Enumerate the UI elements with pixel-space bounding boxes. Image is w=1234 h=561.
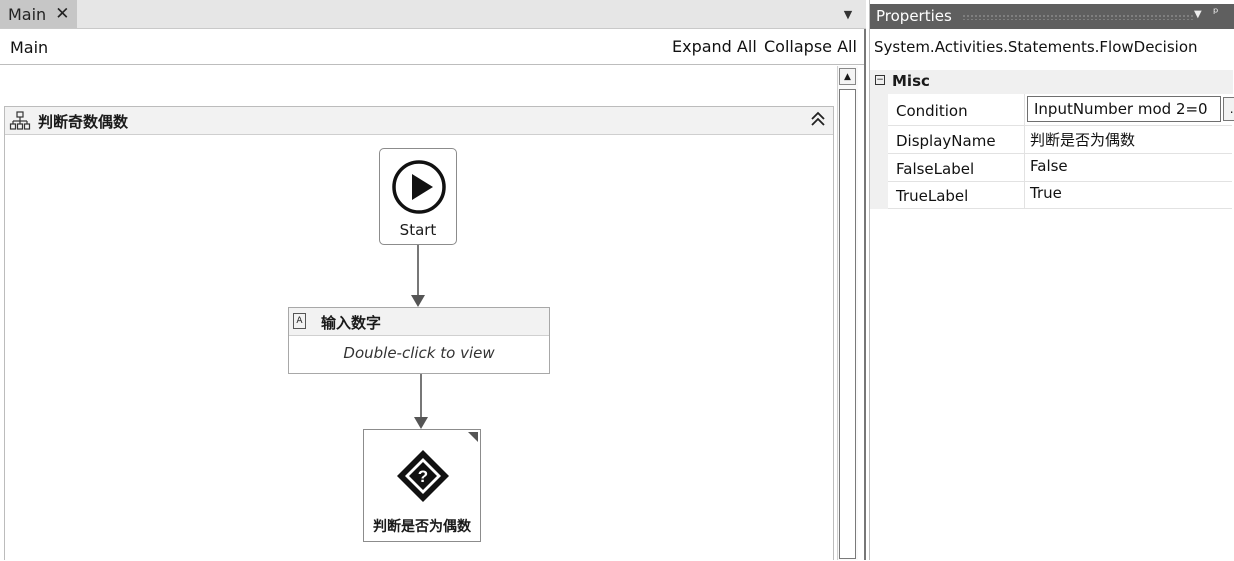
property-name: TrueLabel xyxy=(896,187,969,205)
property-value[interactable]: False xyxy=(1024,154,1232,181)
chevron-down-icon[interactable]: ▼ xyxy=(840,6,856,22)
breadcrumb[interactable]: Main xyxy=(10,38,48,57)
properties-titlebar: Properties ▼ ᵖ xyxy=(870,4,1234,29)
property-name: DisplayName xyxy=(896,132,996,150)
document-tab-bar: Main ✕ ▼ xyxy=(0,0,866,29)
property-name: FalseLabel xyxy=(896,160,975,178)
category-label: Misc xyxy=(892,72,930,90)
property-row-condition[interactable]: Condition ... xyxy=(888,94,1234,126)
flowchart-container[interactable]: 判断奇数偶数 Start A 输入数字 Double-click to view xyxy=(4,106,834,560)
assign-activity-icon: A xyxy=(293,313,306,329)
property-row-displayname[interactable]: DisplayName 判断是否为偶数 xyxy=(888,126,1232,154)
collapse-toggle-icon[interactable]: − xyxy=(875,75,885,85)
properties-title: Properties xyxy=(876,7,952,25)
chevron-down-icon[interactable]: ▼ xyxy=(1194,9,1202,20)
corner-indicator-icon xyxy=(468,432,478,442)
scroll-up-icon[interactable]: ▲ xyxy=(839,68,856,85)
truelabel-value[interactable]: True xyxy=(1030,184,1062,202)
designer-header: Main Expand All Collapse All xyxy=(0,29,864,65)
collapse-all-link[interactable]: Collapse All xyxy=(764,37,857,56)
activity-node[interactable]: A 输入数字 Double-click to view xyxy=(288,307,550,374)
play-icon xyxy=(392,160,446,214)
property-value[interactable]: True xyxy=(1024,181,1232,208)
start-label: Start xyxy=(399,221,437,239)
arrowhead-icon xyxy=(411,295,425,307)
expand-all-link[interactable]: Expand All xyxy=(672,37,757,56)
property-value[interactable]: 判断是否为偶数 xyxy=(1024,126,1232,153)
condition-input[interactable] xyxy=(1027,96,1221,122)
scroll-thumb[interactable] xyxy=(839,89,856,559)
pin-icon[interactable]: ᵖ xyxy=(1213,6,1219,21)
activity-body-hint: Double-click to view xyxy=(343,344,495,362)
category-misc[interactable]: − Misc xyxy=(870,70,1233,94)
decision-label: 判断是否为偶数 xyxy=(373,519,471,535)
decision-question-icon: ? xyxy=(397,450,449,502)
panel-grip[interactable] xyxy=(962,14,1194,20)
property-row-truelabel[interactable]: TrueLabel True xyxy=(888,181,1232,209)
close-icon[interactable]: ✕ xyxy=(55,4,69,24)
tab-main[interactable]: Main ✕ xyxy=(0,0,77,28)
activity-title: 输入数字 xyxy=(321,314,382,332)
tab-main-label: Main xyxy=(8,4,47,24)
property-name: Condition xyxy=(896,102,968,120)
falselabel-value[interactable]: False xyxy=(1030,157,1068,175)
ellipsis-button[interactable]: ... xyxy=(1223,97,1234,121)
decision-node[interactable]: ? 判断是否为偶数 xyxy=(363,429,481,542)
displayname-value[interactable]: 判断是否为偶数 xyxy=(1030,129,1135,150)
selected-type-name: System.Activities.Statements.FlowDecisio… xyxy=(874,38,1198,56)
property-value[interactable]: ... xyxy=(1024,94,1234,125)
property-row-falselabel[interactable]: FalseLabel False xyxy=(888,154,1232,182)
vertical-scrollbar[interactable]: ▲ xyxy=(837,66,858,560)
start-node[interactable]: Start xyxy=(379,148,457,245)
activity-header: A 输入数字 xyxy=(289,308,549,336)
grid-gutter xyxy=(870,94,888,209)
svg-text:?: ? xyxy=(418,467,428,486)
arrowhead-icon xyxy=(414,417,428,429)
properties-panel: Properties ▼ ᵖ System.Activities.Stateme… xyxy=(869,0,1234,560)
